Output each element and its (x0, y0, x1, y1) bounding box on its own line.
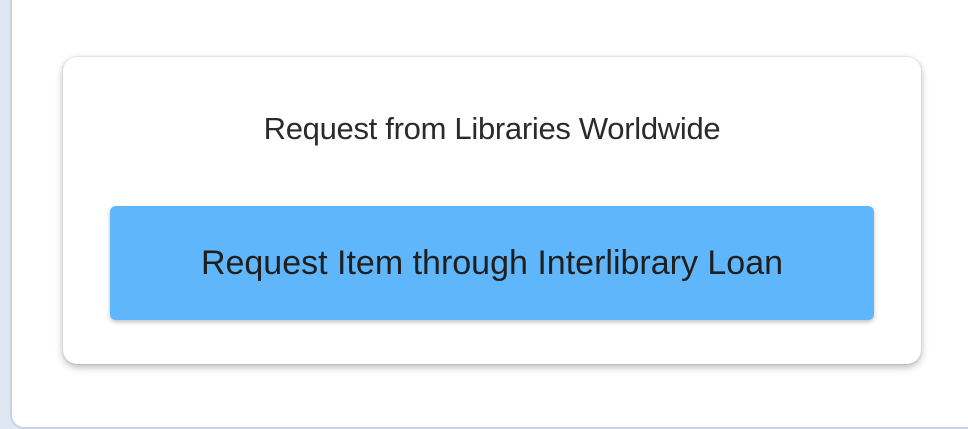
request-card: Request from Libraries Worldwide Request… (63, 57, 921, 364)
interlibrary-loan-button[interactable]: Request Item through Interlibrary Loan (110, 206, 874, 320)
card-heading: Request from Libraries Worldwide (263, 111, 721, 146)
